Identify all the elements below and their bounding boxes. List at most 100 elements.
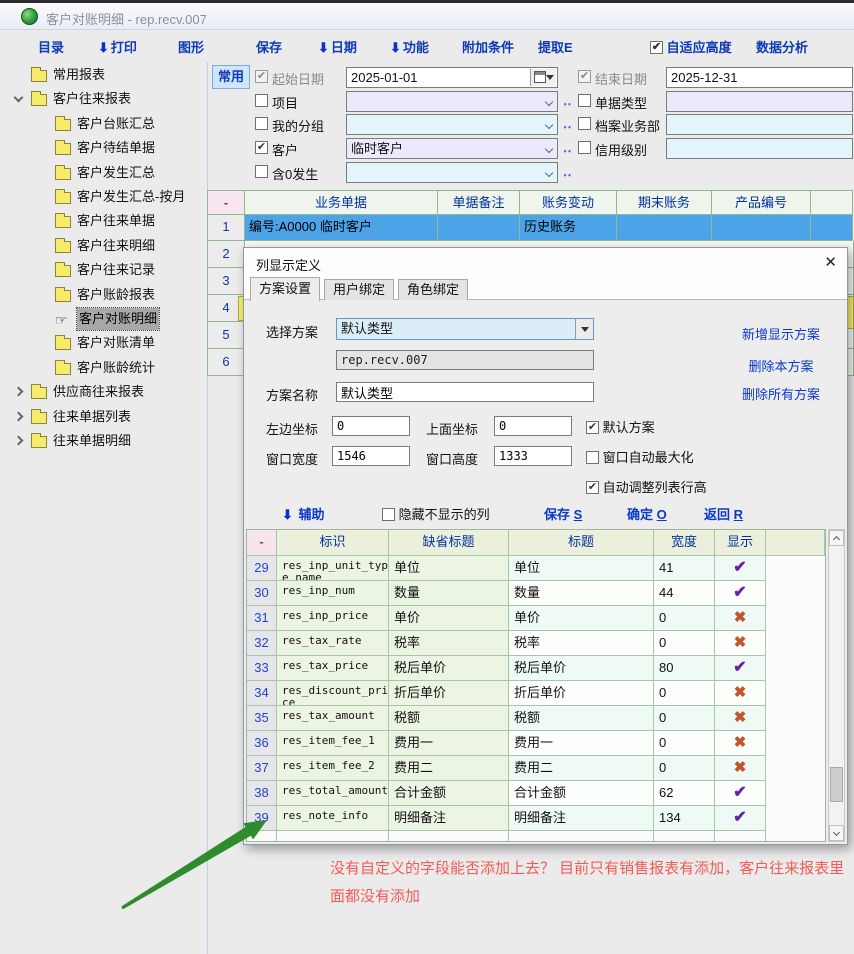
sidebar-item-label[interactable]: 客户对账清单 bbox=[77, 332, 155, 354]
sidebar-item-label[interactable]: 客户发生汇总 bbox=[77, 162, 155, 184]
sidebar-item-label[interactable]: 客户发生汇总-按月 bbox=[77, 186, 185, 208]
table-row-number[interactable]: 34 bbox=[247, 681, 277, 706]
checkbox-icon[interactable] bbox=[578, 94, 591, 107]
sidebar-item[interactable]: 客户发生汇总-按月 bbox=[0, 186, 207, 208]
option-checkbox-row[interactable]: 窗口自动最大化 bbox=[586, 447, 694, 466]
filter-dropdown[interactable] bbox=[346, 114, 558, 135]
table-row[interactable]: 30res_inp_num数量数量44✔ bbox=[247, 581, 766, 606]
table-row[interactable]: 29res_inp_unit_type_name单位单位41✔ bbox=[247, 556, 766, 581]
table-corner-cell[interactable]: - bbox=[247, 530, 277, 556]
table-cell-title[interactable]: 税额 bbox=[509, 706, 654, 731]
table-cell-width[interactable]: 62 bbox=[654, 781, 715, 806]
shown-cross-icon[interactable]: ✖ bbox=[715, 681, 766, 706]
sidebar-item[interactable]: 客户往来单据 bbox=[0, 210, 207, 232]
hide-columns-checkbox[interactable]: 隐藏不显示的列 bbox=[382, 504, 490, 523]
sidebar-item-label[interactable]: 往来单据列表 bbox=[53, 406, 131, 428]
checkbox-icon[interactable] bbox=[578, 141, 591, 154]
checkbox-icon[interactable]: ✔ bbox=[586, 421, 599, 434]
table-cell-width[interactable]: 0 bbox=[654, 731, 715, 756]
sidebar-item[interactable]: 客户发生汇总 bbox=[0, 162, 207, 184]
table-cell-title[interactable]: 费用二 bbox=[509, 756, 654, 781]
table-row[interactable]: 33res_tax_price税后单价税后单价80✔ bbox=[247, 656, 766, 681]
delete-all-schemes-link[interactable]: 删除所有方案 bbox=[716, 384, 846, 403]
table-cell-width[interactable]: 134 bbox=[654, 806, 715, 831]
scrollbar-thumb[interactable] bbox=[830, 767, 843, 802]
filter-checkbox[interactable] bbox=[578, 93, 591, 108]
table-cell-default-title[interactable]: 费用二 bbox=[389, 756, 509, 781]
checkbox-icon[interactable] bbox=[255, 94, 268, 107]
grid-column-header[interactable] bbox=[811, 190, 853, 215]
checkbox-icon[interactable] bbox=[255, 165, 268, 178]
shown-check-icon[interactable]: ✔ bbox=[715, 806, 766, 831]
checkbox-icon[interactable]: ✔ bbox=[586, 481, 599, 494]
table-column-header[interactable]: 标题 bbox=[509, 530, 654, 556]
sidebar-item-label[interactable]: 客户往来明细 bbox=[77, 235, 155, 257]
sidebar-item[interactable]: 往来单据明细 bbox=[0, 430, 207, 452]
filter-checkbox[interactable] bbox=[255, 116, 268, 131]
scroll-down-button[interactable] bbox=[829, 825, 844, 841]
common-tab-button[interactable]: 常用 bbox=[212, 65, 250, 89]
table-cell-id[interactable]: res_tax_amount bbox=[277, 706, 389, 731]
chevron-right-icon[interactable] bbox=[14, 411, 24, 421]
table-row-number[interactable]: 35 bbox=[247, 706, 277, 731]
ellipsis-button[interactable]: ‥ bbox=[563, 93, 574, 109]
sidebar-item[interactable]: 供应商往来报表 bbox=[0, 381, 207, 403]
checkbox-icon[interactable]: ✔ bbox=[255, 70, 268, 83]
table-row[interactable]: 38res_total_amount合计金额合计金额62✔ bbox=[247, 781, 766, 806]
table-row-number[interactable]: 37 bbox=[247, 756, 277, 781]
shown-check-icon[interactable]: ✔ bbox=[715, 556, 766, 581]
table-cell-title[interactable]: 明细备注 bbox=[509, 806, 654, 831]
table-cell-id[interactable]: res_item_fee_1 bbox=[277, 731, 389, 756]
calendar-icon[interactable] bbox=[530, 69, 556, 86]
close-icon[interactable]: ✕ bbox=[824, 253, 837, 271]
tab-2[interactable]: 用户绑定 bbox=[324, 279, 394, 300]
save-button[interactable]: 保存 S bbox=[544, 504, 582, 523]
sidebar-item[interactable]: 客户账龄统计 bbox=[0, 357, 207, 379]
table-cell-width[interactable]: 0 bbox=[654, 681, 715, 706]
coord-top-input[interactable] bbox=[494, 416, 572, 436]
grid-cell[interactable] bbox=[617, 215, 712, 241]
checkbox-icon[interactable] bbox=[255, 117, 268, 130]
coord-left-input[interactable] bbox=[332, 416, 410, 436]
filter-checkbox[interactable]: ✔ bbox=[578, 69, 591, 84]
sidebar-item-label[interactable]: 客户账龄统计 bbox=[77, 357, 155, 379]
filter-input[interactable] bbox=[666, 138, 853, 159]
sidebar-item-label[interactable]: 客户账龄报表 bbox=[77, 284, 155, 306]
auto-height-checkbox[interactable]: ✔ bbox=[650, 41, 663, 54]
filter-checkbox[interactable] bbox=[578, 140, 591, 155]
toolbar-item-2[interactable]: ⬇打印 bbox=[98, 37, 137, 56]
chevron-down-icon[interactable] bbox=[545, 98, 553, 106]
chevron-right-icon[interactable] bbox=[14, 436, 24, 446]
toolbar-item-10[interactable]: 数据分析 bbox=[756, 37, 808, 56]
filter-input[interactable] bbox=[666, 114, 853, 135]
window-titlebar[interactable]: 客户对账明细 - rep.recv.007 bbox=[0, 3, 854, 30]
filter-dropdown[interactable] bbox=[346, 162, 558, 183]
table-cell-title[interactable]: 税率 bbox=[509, 631, 654, 656]
shown-check-icon[interactable]: ✔ bbox=[715, 781, 766, 806]
table-row[interactable]: 36res_item_fee_1费用一费用一0✖ bbox=[247, 731, 766, 756]
table-cell-default-title[interactable]: 税额 bbox=[389, 706, 509, 731]
table-row-number[interactable]: 36 bbox=[247, 731, 277, 756]
table-cell-id[interactable]: res_inp_num bbox=[277, 581, 389, 606]
table-row[interactable]: 39res_note_info明细备注明细备注134✔ bbox=[247, 806, 766, 831]
table-cell-id[interactable]: res_tax_rate bbox=[277, 631, 389, 656]
toolbar-item-1[interactable]: 目录 bbox=[38, 37, 64, 56]
checkbox-icon[interactable] bbox=[578, 117, 591, 130]
grid-cell[interactable]: 编号:A0000 临时客户 bbox=[245, 215, 438, 241]
table-cell-id[interactable]: res_tax_price bbox=[277, 656, 389, 681]
sidebar-item[interactable]: 客户往来报表 bbox=[0, 88, 207, 110]
table-column-header[interactable] bbox=[766, 530, 825, 556]
grid-row-number[interactable]: 5 bbox=[207, 322, 245, 349]
table-row[interactable]: 35res_tax_amount税额税额0✖ bbox=[247, 706, 766, 731]
table-cell-width[interactable]: 0 bbox=[654, 606, 715, 631]
grid-row-number[interactable]: 1 bbox=[207, 215, 245, 241]
chevron-down-icon[interactable] bbox=[545, 169, 553, 177]
table-cell-width[interactable]: 0 bbox=[654, 706, 715, 731]
shown-cross-icon[interactable]: ✖ bbox=[715, 756, 766, 781]
ellipsis-button[interactable]: ‥ bbox=[563, 140, 574, 156]
table-row-number[interactable]: 29 bbox=[247, 556, 277, 581]
shown-check-icon[interactable]: ✔ bbox=[715, 581, 766, 606]
table-cell-id[interactable]: res_inp_price bbox=[277, 606, 389, 631]
table-cell-default-title[interactable]: 明细备注 bbox=[389, 806, 509, 831]
sidebar-item-label[interactable]: 供应商往来报表 bbox=[53, 381, 144, 403]
